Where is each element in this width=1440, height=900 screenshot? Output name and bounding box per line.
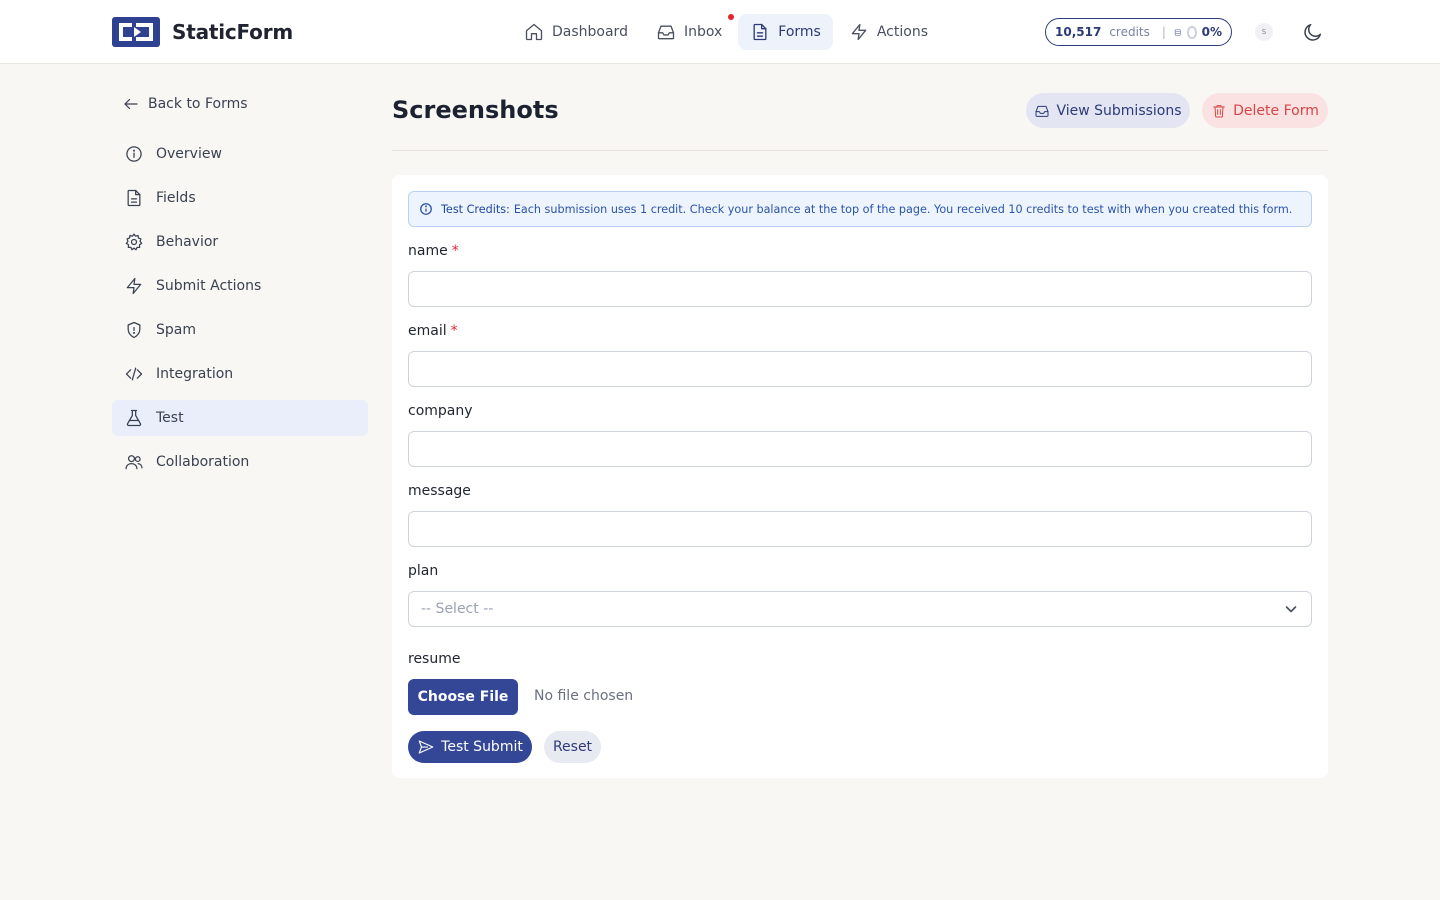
field-label-text: plan bbox=[408, 563, 439, 579]
nav-item-inbox[interactable]: Inbox bbox=[644, 14, 735, 50]
credits-label: credits bbox=[1109, 25, 1150, 39]
plan-select-value: -- Select -- bbox=[421, 601, 494, 617]
sidebar-item-test[interactable]: Test bbox=[112, 400, 368, 436]
credits-amount: 10,517 bbox=[1055, 25, 1102, 39]
info-banner-title: Test Credits: bbox=[441, 202, 510, 216]
sidebar-item-collaboration[interactable]: Collaboration bbox=[112, 444, 368, 480]
sidebar-item-label: Overview bbox=[156, 146, 222, 162]
sidebar-item-label: Integration bbox=[156, 366, 234, 382]
file-status: No file chosen bbox=[534, 688, 634, 704]
moon-icon[interactable] bbox=[1302, 21, 1324, 43]
field-label-text: company bbox=[408, 403, 473, 419]
required-marker: * bbox=[450, 323, 458, 339]
sidebar-item-label: Submit Actions bbox=[156, 278, 262, 294]
page-title: Screenshots bbox=[392, 96, 559, 124]
inbox-icon bbox=[1035, 105, 1049, 117]
trash-icon bbox=[1213, 104, 1225, 117]
usage-ring-icon bbox=[1187, 25, 1197, 39]
delete-form-label: Delete Form bbox=[1233, 102, 1319, 119]
field-label-text: message bbox=[408, 483, 471, 499]
shield-icon bbox=[127, 321, 141, 339]
credits-separator: | bbox=[1161, 25, 1166, 39]
back-to-forms-link[interactable]: Back to Forms bbox=[122, 92, 248, 116]
send-icon bbox=[418, 740, 434, 754]
company-input[interactable] bbox=[408, 431, 1312, 467]
field-label-name: name * bbox=[408, 243, 459, 259]
nav-label-forms: Forms bbox=[778, 24, 821, 40]
top-header: StaticForm Dashboard Inbox Forms Actions… bbox=[0, 0, 1440, 64]
sidebar-item-submit-actions[interactable]: Submit Actions bbox=[112, 268, 368, 304]
field-label-message: message bbox=[408, 483, 471, 499]
logo[interactable]: StaticForm bbox=[112, 17, 293, 47]
sidebar-item-integration[interactable]: Integration bbox=[112, 356, 368, 392]
nav-label-actions: Actions bbox=[876, 24, 928, 40]
field-label-resume: resume bbox=[408, 651, 460, 667]
sidebar-item-label: Behavior bbox=[156, 234, 219, 250]
home-icon bbox=[525, 23, 543, 41]
inbox-icon bbox=[657, 25, 675, 40]
nav-item-actions[interactable]: Actions bbox=[837, 14, 940, 50]
gear-icon bbox=[125, 233, 143, 251]
chevron-down-icon bbox=[1285, 606, 1297, 613]
main-nav: Dashboard Inbox Forms Actions bbox=[512, 14, 944, 50]
nav-label-inbox: Inbox bbox=[683, 24, 723, 40]
logo-icon bbox=[112, 17, 160, 47]
info-icon bbox=[126, 146, 142, 162]
email-input[interactable] bbox=[408, 351, 1312, 387]
credits-indicator[interactable]: 10,517 credits | 0% bbox=[1045, 18, 1232, 46]
test-submit-label: Test Submit bbox=[441, 739, 523, 755]
reset-button[interactable]: Reset bbox=[544, 731, 601, 763]
notification-dot bbox=[728, 14, 735, 20]
back-label: Back to Forms bbox=[148, 96, 248, 112]
arrow-left-icon bbox=[124, 98, 138, 110]
field-label-company: company bbox=[408, 403, 473, 419]
file-icon bbox=[127, 189, 141, 207]
field-label-plan: plan bbox=[408, 563, 438, 579]
sidebar-item-label: Test bbox=[156, 410, 184, 426]
users-icon bbox=[125, 455, 143, 470]
info-icon bbox=[420, 203, 432, 215]
sidebar: Overview Fields Behavior Submit Actions … bbox=[112, 136, 368, 488]
sidebar-item-label: Spam bbox=[156, 322, 196, 338]
sidebar-item-overview[interactable]: Overview bbox=[112, 136, 368, 172]
field-label-text: name bbox=[408, 243, 448, 259]
test-form-card: Test Credits: Each submission uses 1 cre… bbox=[392, 175, 1328, 778]
choose-file-button[interactable]: Choose File bbox=[408, 679, 518, 715]
sidebar-item-behavior[interactable]: Behavior bbox=[112, 224, 368, 260]
view-submissions-label: View Submissions bbox=[1056, 102, 1182, 119]
view-submissions-button[interactable]: View Submissions bbox=[1026, 93, 1190, 128]
field-label-text: email bbox=[408, 323, 447, 339]
required-marker: * bbox=[451, 243, 459, 259]
code-icon bbox=[125, 367, 143, 381]
nav-label-dashboard: Dashboard bbox=[552, 24, 628, 40]
message-input[interactable] bbox=[408, 511, 1312, 547]
name-input[interactable] bbox=[408, 271, 1312, 307]
test-submit-button[interactable]: Test Submit bbox=[408, 731, 532, 763]
avatar[interactable]: s bbox=[1255, 23, 1273, 41]
field-label-email: email * bbox=[408, 323, 458, 339]
sidebar-item-spam[interactable]: Spam bbox=[112, 312, 368, 348]
file-icon bbox=[753, 23, 767, 41]
lightning-icon bbox=[851, 23, 867, 41]
nav-item-dashboard[interactable]: Dashboard bbox=[512, 14, 640, 50]
usage-percent: 0% bbox=[1201, 25, 1222, 39]
field-label-text: resume bbox=[408, 651, 461, 667]
title-divider bbox=[392, 150, 1328, 151]
info-banner: Test Credits: Each submission uses 1 cre… bbox=[408, 191, 1312, 227]
sidebar-item-fields[interactable]: Fields bbox=[112, 180, 368, 216]
nav-item-forms[interactable]: Forms bbox=[738, 14, 833, 50]
delete-form-button[interactable]: Delete Form bbox=[1202, 93, 1328, 128]
sidebar-item-label: Fields bbox=[156, 190, 196, 206]
lightning-icon bbox=[126, 277, 142, 295]
info-banner-text: Each submission uses 1 credit. Check you… bbox=[513, 202, 1293, 216]
database-icon bbox=[1174, 28, 1181, 36]
flask-icon bbox=[126, 409, 142, 427]
app-name: StaticForm bbox=[172, 20, 294, 44]
plan-select[interactable]: -- Select -- bbox=[408, 591, 1312, 627]
sidebar-item-label: Collaboration bbox=[156, 454, 250, 470]
